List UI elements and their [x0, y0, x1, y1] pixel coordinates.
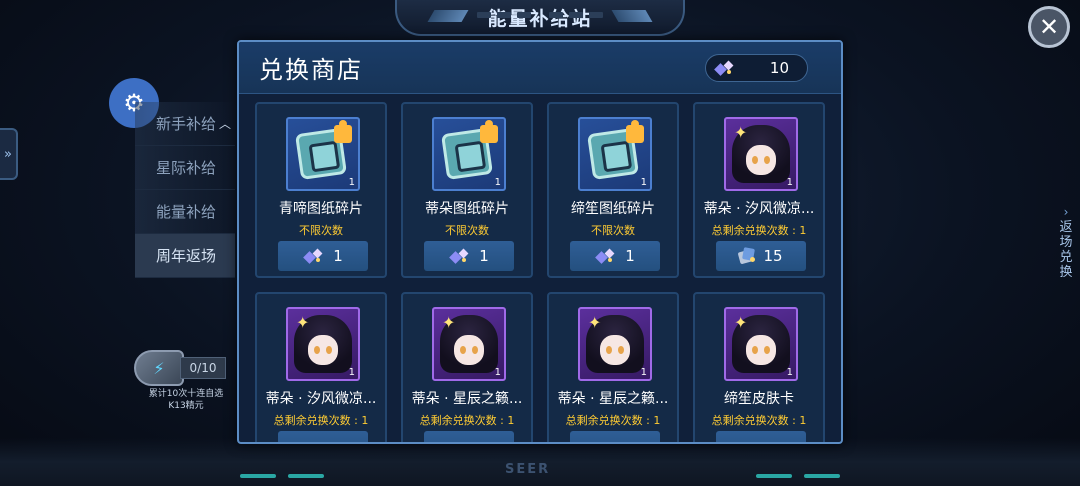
exchange-button[interactable]: 15 [716, 241, 806, 271]
sidebar-item-interstellar-supply[interactable]: 星际补给 [135, 146, 235, 190]
item-name: 缔笙皮肤卡 [724, 391, 794, 407]
item-name: 青啼图纸碎片 [279, 201, 363, 217]
sidebar-item-energy-supply[interactable]: 能量补给 [135, 190, 235, 234]
character-portrait-icon: ✦ 1 [432, 307, 506, 381]
blueprint-fragment-icon: 1 [578, 117, 652, 191]
item-quantity: 1 [640, 177, 647, 188]
exchange-button[interactable] [278, 431, 368, 442]
item-price: 1 [625, 247, 635, 265]
item-quantity: 1 [786, 367, 793, 378]
item-name: 缔笙图纸碎片 [571, 201, 655, 217]
exchange-button[interactable]: 1 [570, 241, 660, 271]
return-exchange-tab[interactable]: › 返场兑换 [1058, 205, 1074, 280]
return-exchange-label: 返场兑换 [1059, 220, 1073, 280]
sidebar-item-anniversary-return[interactable]: 周年返场 [135, 234, 235, 278]
expand-left-panel-button[interactable]: » [0, 128, 18, 180]
item-limit: 总剩余兑换次数 : 1 [419, 414, 515, 427]
character-portrait-icon: ✦ 1 [578, 307, 652, 381]
character-portrait-icon: ✦ 1 [286, 307, 360, 381]
item-name: 蒂朵 · 星辰之籁... [557, 391, 669, 407]
item-name: 蒂朵 · 星辰之籁... [411, 391, 523, 407]
banner-deco-right [611, 10, 653, 22]
item-name: 蒂朵图纸碎片 [425, 201, 509, 217]
banner-deco-left [427, 10, 469, 22]
item-quantity: 1 [640, 367, 647, 378]
gem-currency-icon [595, 248, 617, 264]
sidebar-item-label: 能量补给 [156, 203, 217, 221]
gem-currency-icon [449, 248, 471, 264]
energy-capsule-icon: ⚡ [134, 350, 184, 386]
shop-item-card[interactable]: ✦ 1 蒂朵 · 星辰之籁... 总剩余兑换次数 : 1 [401, 292, 533, 442]
character-portrait-icon: ✦ 1 [724, 307, 798, 381]
exchange-shop-panel: 兑换商店 10 1 青啼图纸碎片 不限次数 1 1 蒂朵图纸碎片 不限次数 1 … [237, 40, 843, 444]
top-banner: 能量补给站 [395, 0, 685, 36]
shop-title: 兑换商店 [259, 56, 363, 84]
item-limit: 不限次数 [299, 224, 343, 237]
shop-item-card[interactable]: ✦ 1 蒂朵 · 星辰之籁... 总剩余兑换次数 : 1 [547, 292, 679, 442]
gem-currency-icon [714, 60, 736, 76]
book-currency-icon [738, 247, 756, 265]
item-limit: 总剩余兑换次数 : 1 [565, 414, 661, 427]
item-limit: 总剩余兑换次数 : 1 [273, 414, 369, 427]
banner-dots-right [549, 12, 603, 18]
progress-caption-line2: K13精元 [168, 401, 204, 411]
exchange-button[interactable] [570, 431, 660, 442]
item-name: 蒂朵 · 汐风微凉... [265, 391, 377, 407]
sidebar-item-label: 星际补给 [156, 159, 217, 177]
item-quantity: 1 [494, 177, 501, 188]
sidebar-item-newbie-supply[interactable]: 新手补给 ︿ [135, 102, 235, 146]
chevron-up-icon: ︿ [219, 117, 232, 131]
item-quantity: 1 [348, 177, 355, 188]
progress-caption: 累计10次十连自选 K13精元 [134, 388, 238, 412]
character-portrait-icon: ✦ 1 [724, 117, 798, 191]
sidebar-item-label: 新手补给 [156, 115, 217, 133]
sidebar-menu: 新手补给 ︿ 星际补给 能量补给 周年返场 [135, 102, 235, 278]
currency-balance: 10 [705, 54, 808, 82]
exchange-button[interactable] [424, 431, 514, 442]
item-limit: 总剩余兑换次数 : 1 [711, 224, 807, 237]
item-limit: 不限次数 [591, 224, 635, 237]
item-price: 1 [333, 247, 343, 265]
double-chevron-right-icon: » [4, 146, 12, 162]
close-button[interactable]: ✕ [1028, 6, 1070, 48]
ten-pull-progress[interactable]: ⚡ 0/10 累计10次十连自选 K13精元 [134, 350, 238, 412]
item-quantity: 1 [494, 367, 501, 378]
item-quantity: 1 [786, 177, 793, 188]
close-icon: ✕ [1038, 13, 1060, 41]
exchange-button[interactable]: 1 [424, 241, 514, 271]
item-limit: 总剩余兑换次数 : 1 [711, 414, 807, 427]
progress-caption-line1: 累计10次十连自选 [148, 389, 224, 399]
shop-item-card[interactable]: 1 蒂朵图纸碎片 不限次数 1 [401, 102, 533, 278]
seer-logo: SEER [505, 462, 551, 477]
item-limit: 不限次数 [445, 224, 489, 237]
blueprint-fragment-icon: 1 [432, 117, 506, 191]
sidebar-item-label: 周年返场 [156, 247, 217, 265]
chevron-right-icon: › [1063, 205, 1069, 219]
exchange-button[interactable] [716, 431, 806, 442]
item-price: 15 [763, 247, 783, 265]
shop-item-card[interactable]: 1 青啼图纸碎片 不限次数 1 [255, 102, 387, 278]
shop-item-card[interactable]: ✦ 1 蒂朵 · 汐风微凉... 总剩余兑换次数 : 1 [255, 292, 387, 442]
item-name: 蒂朵 · 汐风微凉... [703, 201, 815, 217]
currency-value: 10 [769, 59, 789, 77]
shop-item-card[interactable]: ✦ 1 蒂朵 · 汐风微凉... 总剩余兑换次数 : 1 15 [693, 102, 825, 278]
progress-count: 0/10 [180, 357, 226, 379]
blueprint-fragment-icon: 1 [286, 117, 360, 191]
item-price: 1 [479, 247, 489, 265]
shop-item-card[interactable]: 1 缔笙图纸碎片 不限次数 1 [547, 102, 679, 278]
exchange-button[interactable]: 1 [278, 241, 368, 271]
item-quantity: 1 [348, 367, 355, 378]
shop-item-card[interactable]: ✦ 1 缔笙皮肤卡 总剩余兑换次数 : 1 [693, 292, 825, 442]
gem-currency-icon [303, 248, 325, 264]
banner-dots-left [477, 12, 531, 18]
